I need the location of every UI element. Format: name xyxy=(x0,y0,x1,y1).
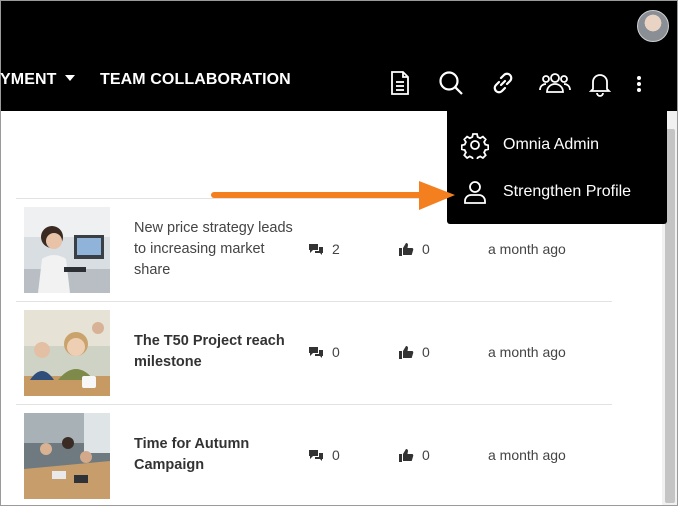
menu-item-label: Strengthen Profile xyxy=(503,183,632,200)
news-title[interactable]: The T50 Project reach milestone xyxy=(134,331,294,373)
comments-icon xyxy=(309,244,323,255)
news-title[interactable]: New price strategy leads to increasing m… xyxy=(134,218,294,281)
caret-down-icon xyxy=(64,75,75,81)
comments-icon xyxy=(309,450,323,461)
menu-item-label: Omnia Admin xyxy=(503,136,600,153)
comments-icon xyxy=(309,347,323,358)
user-avatar[interactable] xyxy=(637,10,669,42)
likes-count-value: 0 xyxy=(422,241,430,257)
user-icon xyxy=(461,178,489,206)
bell-icon[interactable] xyxy=(586,69,614,97)
comments-count-value: 0 xyxy=(332,447,340,463)
nav-item-label: YMENT xyxy=(0,71,57,88)
news-title[interactable]: Time for Autumn Campaign xyxy=(134,434,294,476)
news-thumbnail[interactable] xyxy=(24,207,110,293)
likes-count[interactable]: 0 xyxy=(398,344,430,360)
comments-count[interactable]: 0 xyxy=(308,447,340,463)
list-item[interactable]: Time for Autumn Campaign 0 0 a month ago xyxy=(16,405,612,506)
likes-count-value: 0 xyxy=(422,344,430,360)
news-thumbnail[interactable] xyxy=(24,310,110,396)
thumbs-up-icon xyxy=(399,449,414,462)
link-icon[interactable] xyxy=(489,69,517,97)
menu-item-omnia-admin[interactable]: Omnia Admin xyxy=(447,123,667,167)
likes-count[interactable]: 0 xyxy=(398,241,430,257)
published-time: a month ago xyxy=(488,344,566,360)
thumbs-up-icon xyxy=(399,346,414,359)
menu-item-strengthen-profile[interactable]: Strengthen Profile xyxy=(447,170,667,214)
comments-count[interactable]: 2 xyxy=(308,241,340,257)
search-icon[interactable] xyxy=(437,69,465,97)
gear-icon xyxy=(460,131,490,162)
top-navigation-bar: YMENT TEAM COLLABORATION xyxy=(0,1,677,111)
news-thumbnail[interactable] xyxy=(24,413,110,499)
thumbs-up-icon xyxy=(399,243,414,256)
settings-dropdown-menu: Omnia Admin Strengthen Profile xyxy=(447,111,667,224)
comments-count-value: 0 xyxy=(332,344,340,360)
list-item[interactable]: The T50 Project reach milestone 0 0 a mo… xyxy=(16,302,612,405)
comments-count[interactable]: 0 xyxy=(308,344,340,360)
likes-count[interactable]: 0 xyxy=(398,447,430,463)
comments-count-value: 2 xyxy=(332,241,340,257)
published-time: a month ago xyxy=(488,241,566,257)
nav-item-partial[interactable]: YMENT xyxy=(0,71,75,89)
likes-count-value: 0 xyxy=(422,447,430,463)
document-icon[interactable] xyxy=(386,69,414,97)
published-time: a month ago xyxy=(488,447,566,463)
annotation-arrow xyxy=(209,179,455,213)
nav-item-team-collaboration[interactable]: TEAM COLLABORATION xyxy=(100,71,291,89)
people-icon[interactable] xyxy=(539,69,571,97)
more-vertical-icon[interactable] xyxy=(629,69,649,97)
